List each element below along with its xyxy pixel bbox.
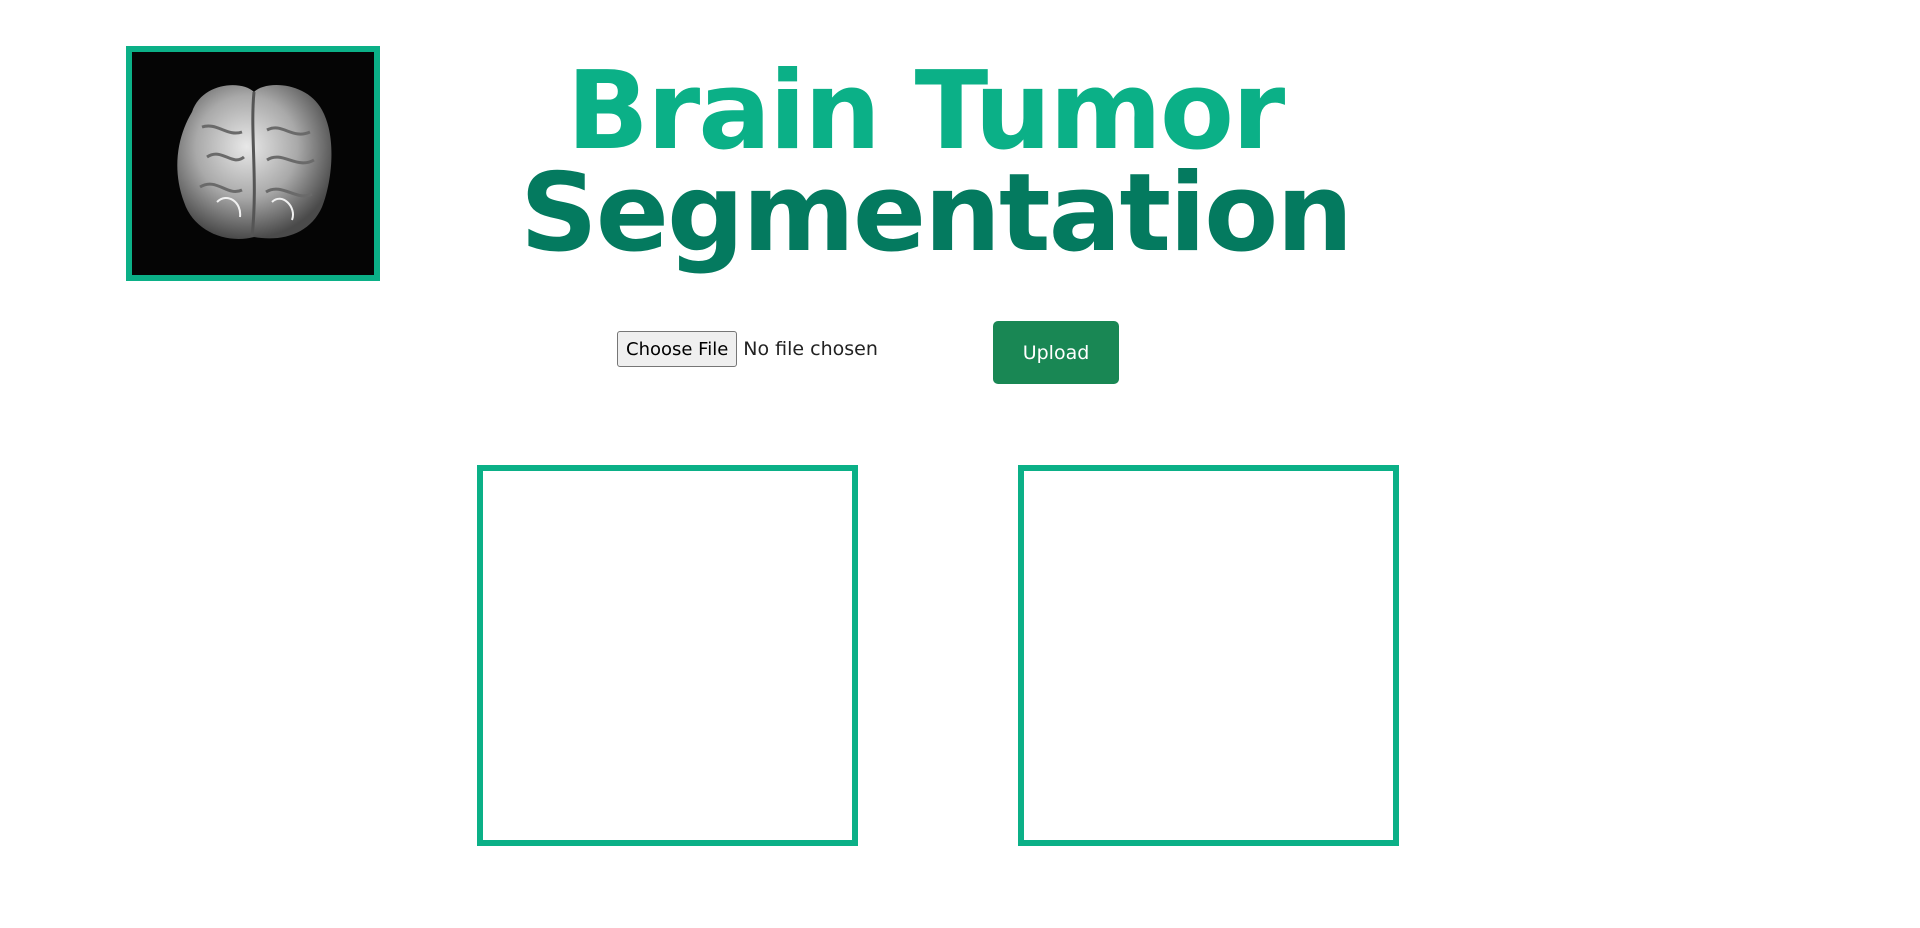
page-title: Brain Tumor Segmentation [520,49,1353,276]
choose-file-button[interactable]: Choose File [617,331,738,367]
upload-button[interactable]: Upload [993,321,1119,384]
logo [126,46,380,281]
input-image-box [477,465,858,846]
file-status-text: No file chosen [743,338,878,360]
title-line-2: Segmentation [520,151,1353,276]
title-line-1: Brain Tumor [566,49,1286,174]
page: Brain Tumor Segmentation Choose File No … [0,0,1920,928]
file-input[interactable]: Choose File No file chosen [617,331,878,367]
output-image-box [1018,465,1399,846]
brain-icon [132,52,374,275]
